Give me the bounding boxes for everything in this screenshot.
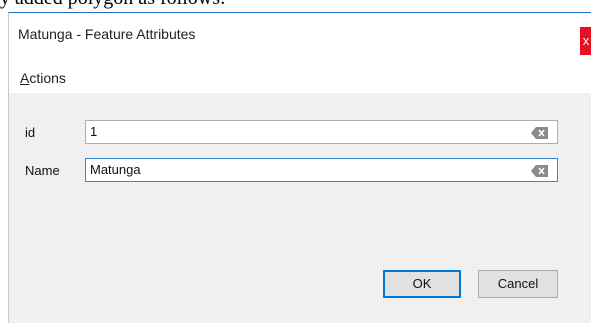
close-button[interactable]: x xyxy=(580,27,591,55)
name-value: Matunga xyxy=(90,162,141,177)
page-caption-fragment: y added polygon as follows: xyxy=(0,0,591,10)
feature-attributes-dialog: Matunga - Feature Attributes x Actions i… xyxy=(8,12,591,323)
clear-icon[interactable] xyxy=(531,165,549,177)
name-field[interactable]: Matunga xyxy=(85,158,558,182)
field-row-id: id 1 xyxy=(9,120,591,146)
clear-icon[interactable] xyxy=(531,127,549,139)
menu-actions[interactable]: Actions xyxy=(20,70,66,86)
id-field[interactable]: 1 xyxy=(85,120,558,144)
dialog-title: Matunga - Feature Attributes xyxy=(18,26,196,42)
id-value: 1 xyxy=(90,124,98,139)
cancel-button[interactable]: Cancel xyxy=(478,270,558,298)
name-label: Name xyxy=(25,163,60,178)
id-label: id xyxy=(25,125,36,140)
menu-bar: Actions xyxy=(9,65,591,93)
ok-button[interactable]: OK xyxy=(383,270,461,298)
field-row-name: Name Matunga xyxy=(9,158,591,184)
title-bar: Matunga - Feature Attributes x xyxy=(9,13,591,65)
